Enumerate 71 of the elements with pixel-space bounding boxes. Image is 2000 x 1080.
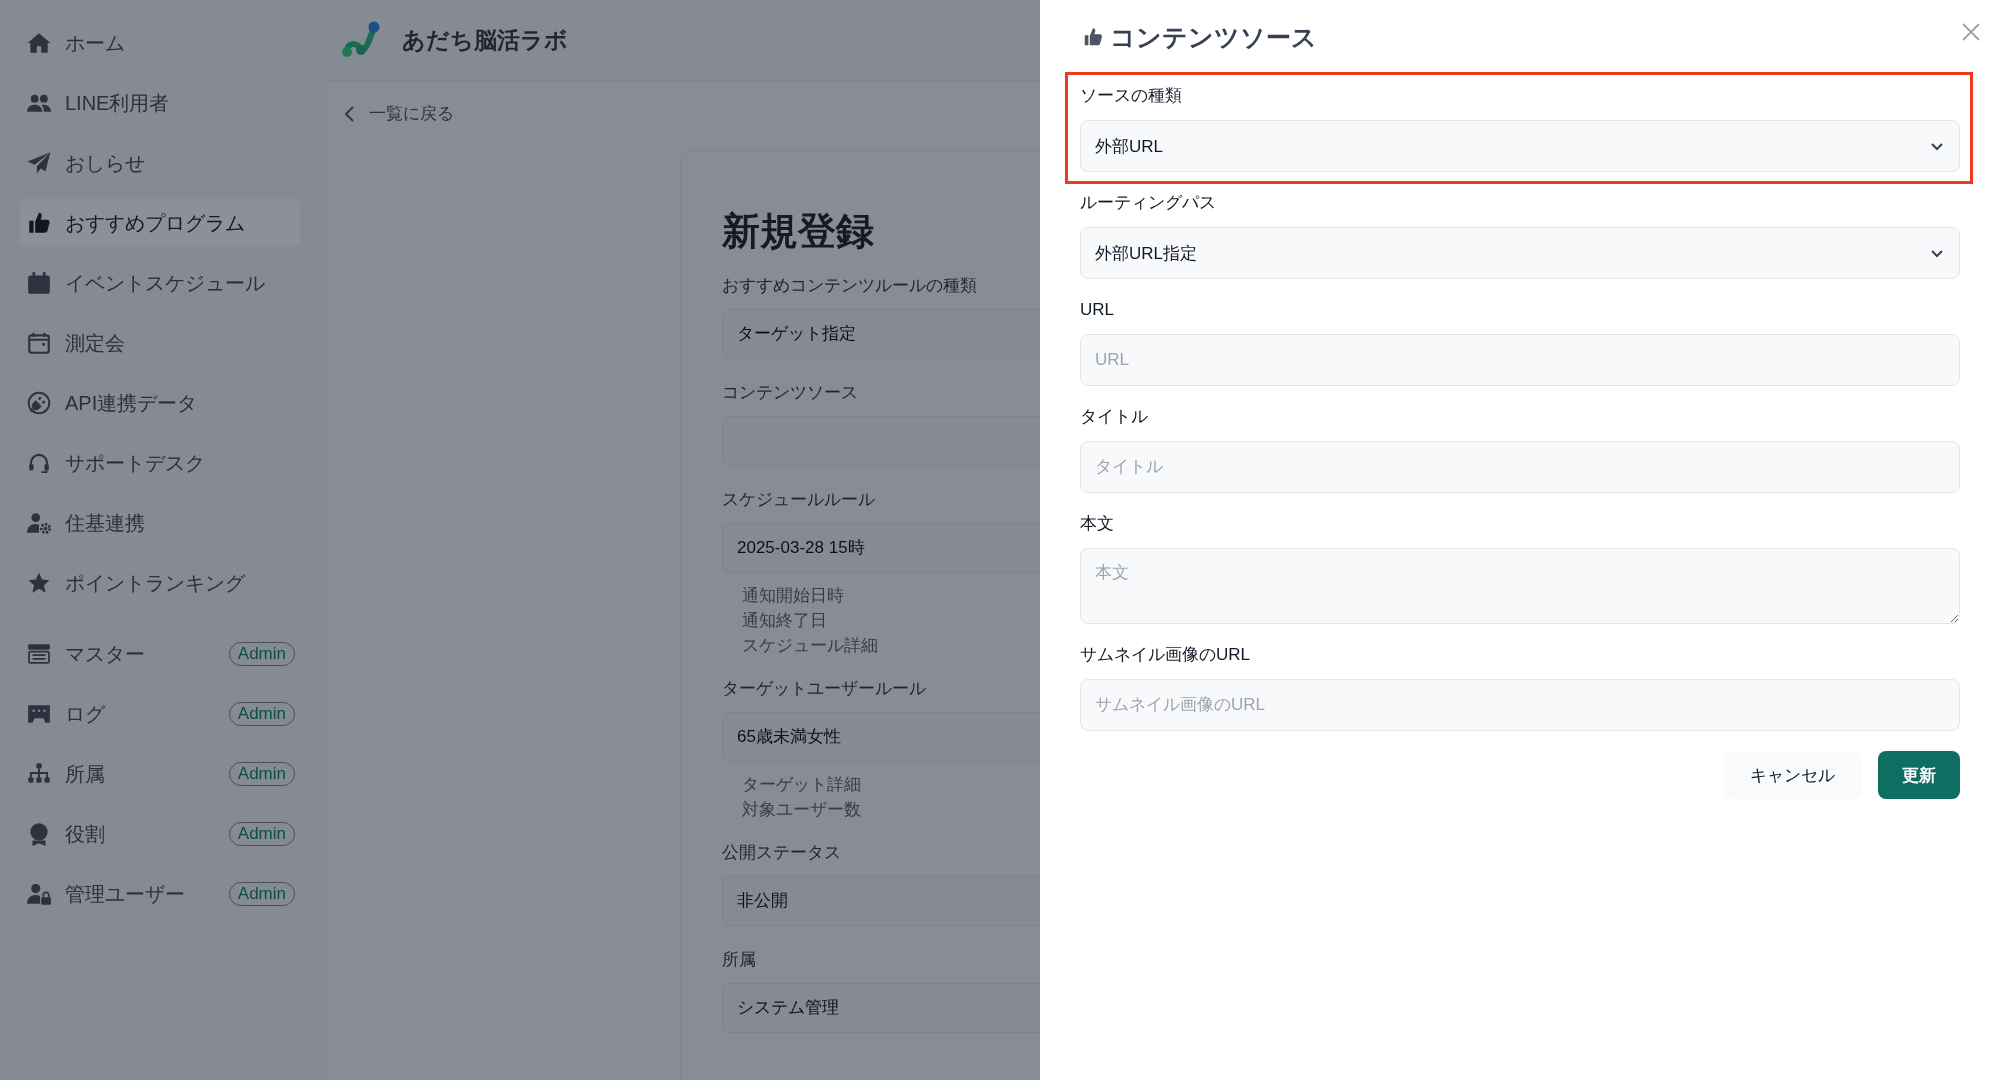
- input-field[interactable]: 65歳未満女性: [722, 711, 1040, 762]
- input-field[interactable]: 2025-03-28 15時: [722, 522, 1040, 573]
- detail-text: 対象ユーザー数: [742, 798, 862, 821]
- chevron-left-icon: [343, 104, 357, 123]
- input-field[interactable]: ターゲット指定: [722, 308, 1040, 359]
- sidebar-item[interactable]: おしらせ: [20, 139, 300, 187]
- sidebar-item-label: おすすめプログラム: [65, 210, 246, 236]
- detail-text: スケジュール詳細: [742, 634, 879, 657]
- drawer-title: コンテンツソース: [1110, 21, 1318, 53]
- sidebar-item-label: ログ: [65, 701, 106, 727]
- sidebar-item[interactable]: 役割 Admin: [20, 810, 300, 858]
- sidebar-item-label: おしらせ: [65, 150, 146, 176]
- sidebar-item-label: 測定会: [65, 330, 126, 356]
- app-name: あだち脳活ラボ: [402, 25, 568, 55]
- update-button[interactable]: 更新: [1878, 751, 1960, 799]
- sidebar-item[interactable]: LINE利用者: [20, 79, 300, 127]
- calendar-icon: [26, 270, 52, 296]
- detail-text: ターゲット詳細: [742, 773, 862, 796]
- sidebar-item[interactable]: マスター Admin: [20, 630, 300, 678]
- sidebar-item[interactable]: 測定会: [20, 319, 300, 367]
- text-area[interactable]: 本文: [1080, 548, 1960, 624]
- field-label: コンテンツソース: [722, 381, 859, 404]
- sidebar-item-label: ホーム: [65, 30, 126, 56]
- sidebar-item[interactable]: 所属 Admin: [20, 750, 300, 798]
- plug-icon: [26, 390, 52, 416]
- field-label: スケジュールルール: [722, 488, 876, 511]
- thumbs-up-icon: [26, 210, 52, 236]
- sidebar-item[interactable]: おすすめプログラム: [20, 199, 300, 247]
- sidebar-item-label: 役割: [65, 821, 106, 847]
- detail-text: 通知終了日: [742, 609, 828, 632]
- paper-plane-icon: [26, 150, 52, 176]
- user-gear-icon: [26, 510, 52, 536]
- field-label: ソースの種類: [1080, 85, 1183, 107]
- sidebar-item[interactable]: 管理ユーザー Admin: [20, 870, 300, 918]
- field-label: サムネイル画像のURL: [1080, 644, 1251, 666]
- input-field[interactable]: 非公開: [722, 875, 1040, 926]
- field-label: ルーティングパス: [1080, 192, 1217, 214]
- sidebar-item-label: 管理ユーザー: [65, 881, 186, 907]
- field-label: URL: [1080, 299, 1115, 321]
- sidebar-item-label: LINE利用者: [65, 90, 171, 116]
- sidebar-item-label: サポートデスク: [65, 450, 206, 476]
- sidebar-item-label: 所属: [65, 761, 106, 787]
- sidebar-item[interactable]: 住基連携: [20, 499, 300, 547]
- page-title: 新規登録: [722, 208, 875, 254]
- sidebar-item[interactable]: サポートデスク: [20, 439, 300, 487]
- sidebar-item[interactable]: ログ Admin: [20, 690, 300, 738]
- back-link[interactable]: 一覧に戻る: [343, 102, 454, 125]
- select-field[interactable]: 外部URL指定: [1080, 227, 1960, 279]
- sidebar-item[interactable]: イベントスケジュール: [20, 259, 300, 307]
- detail-text: 通知開始日時: [742, 584, 845, 607]
- sidebar-item[interactable]: ホーム: [20, 19, 300, 67]
- close-icon[interactable]: [1960, 21, 1982, 43]
- sidebar-item-label: イベントスケジュール: [65, 270, 266, 296]
- user-lock-icon: [26, 881, 52, 907]
- server-icon: [26, 641, 52, 667]
- sidebar-item-label: API連携データ: [65, 390, 199, 416]
- select-field[interactable]: 外部URL: [1080, 120, 1960, 172]
- field-label: ターゲットユーザールール: [722, 677, 927, 700]
- calendar-icon: [26, 330, 52, 356]
- input-field[interactable]: システム管理: [722, 982, 1040, 1033]
- field-label: 公開ステータス: [722, 841, 842, 864]
- sidebar-item[interactable]: ポイントランキング: [20, 559, 300, 607]
- field-label: 本文: [1080, 513, 1115, 535]
- field-label: タイトル: [1080, 406, 1149, 428]
- field-label: 所属: [722, 948, 757, 971]
- field-label: おすすめコンテンツルールの種類: [722, 274, 978, 297]
- cancel-button[interactable]: キャンセル: [1724, 751, 1861, 799]
- sidebar-item[interactable]: API連携データ: [20, 379, 300, 427]
- sidebar-item-label: 住基連携: [65, 510, 146, 536]
- sidebar-item-label: マスター: [65, 641, 146, 667]
- sidebar-item-label: ポイントランキング: [65, 570, 246, 596]
